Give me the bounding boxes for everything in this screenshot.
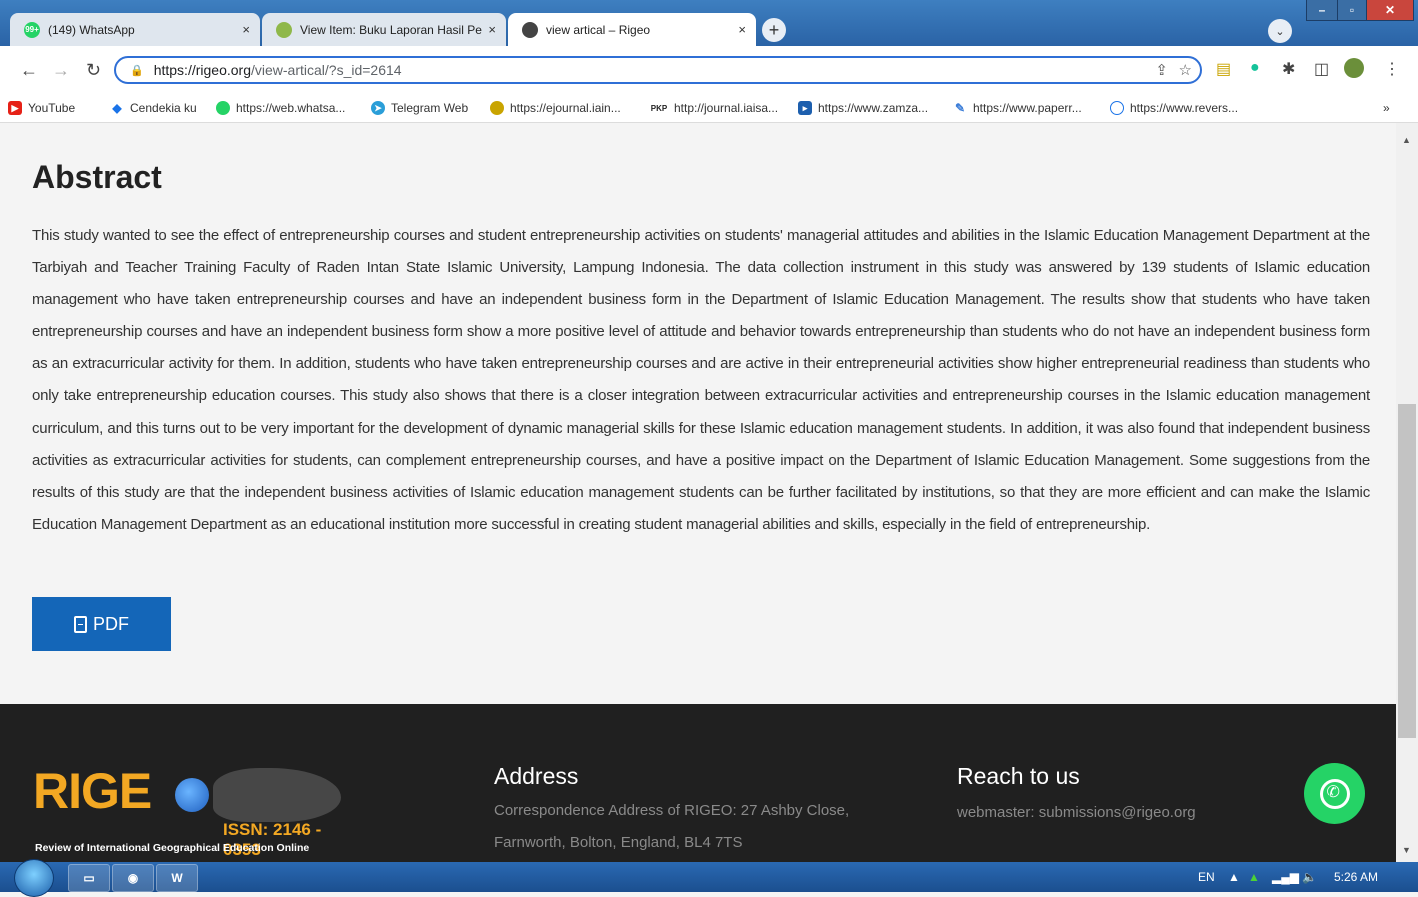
menu-icon[interactable]: ⋮ — [1384, 59, 1400, 79]
reach-email[interactable]: webmaster: submissions@rigeo.org — [957, 797, 1196, 829]
clock[interactable]: 5:26 AM — [1334, 870, 1378, 884]
tab-whatsapp[interactable]: 99+ (149) WhatsApp × — [10, 13, 260, 46]
pdf-download-button[interactable]: PDF — [32, 597, 171, 651]
close-window-button[interactable]: ✕ — [1366, 0, 1414, 21]
url-host: https://rigeo.org — [153, 62, 251, 78]
world-map-graphic — [213, 768, 341, 822]
bookmark-journal-iaisa[interactable]: PKP http://journal.iaisa... — [650, 101, 778, 115]
address-line-1: Correspondence Address of RIGEO: 27 Ashb… — [494, 802, 850, 819]
scrollbar-thumb[interactable] — [1398, 404, 1416, 738]
share-icon[interactable]: ⇪ — [1155, 61, 1168, 79]
bookmark-whatsapp-web[interactable]: https://web.whatsa... — [216, 101, 345, 115]
tray-expand-icon[interactable]: ▲ — [1228, 870, 1240, 884]
close-icon[interactable]: × — [738, 22, 746, 37]
bookmark-reverso[interactable]: https://www.revers... — [1110, 101, 1238, 115]
bookmark-label: http://journal.iaisa... — [674, 101, 779, 115]
bookmark-label: https://www.zamza... — [818, 101, 929, 115]
back-icon[interactable]: ← — [20, 60, 38, 81]
scroll-up-icon[interactable]: ▲ — [1402, 135, 1411, 145]
avatar[interactable] — [1344, 58, 1364, 78]
url-text[interactable]: https://rigeo.org/view-artical/?s_id=261… — [154, 62, 402, 78]
bookmarks-bar: ▶ YouTube ◆ Cendekia ku https://web.what… — [0, 96, 1418, 123]
close-icon[interactable]: × — [242, 22, 250, 37]
forward-icon[interactable]: → — [52, 60, 70, 81]
new-tab-button[interactable]: + — [762, 18, 786, 42]
bookmark-paperrater[interactable]: ✎ https://www.paperr... — [953, 101, 1082, 115]
tab-search-button[interactable]: ⌄ — [1268, 19, 1292, 43]
word-icon[interactable]: W — [156, 864, 198, 892]
telegram-icon: ➤ — [371, 101, 385, 115]
whatsapp-icon — [216, 101, 230, 115]
globe-icon — [522, 21, 538, 38]
sidepanel-icon[interactable]: ◫ — [1314, 59, 1329, 79]
explorer-icon[interactable]: ▭ — [68, 864, 110, 892]
signal-icon[interactable]: ▂▄▆ — [1272, 870, 1299, 884]
browser-toolbar: ← → ↻ 🔒 https://rigeo.org/view-artical/?… — [0, 46, 1418, 96]
bookmark-telegram[interactable]: ➤ Telegram Web — [371, 101, 468, 115]
youtube-icon: ▶ — [8, 101, 22, 115]
bookmark-label: Cendekia ku — [130, 101, 197, 115]
url-path: /view-artical/?s_id=2614 — [250, 62, 402, 78]
bookmark-youtube[interactable]: ▶ YouTube — [8, 101, 75, 115]
bookmark-label: Telegram Web — [391, 101, 469, 115]
abstract-text: This study wanted to see the effect of e… — [32, 227, 1370, 533]
volume-icon[interactable]: 🔈 — [1302, 870, 1317, 884]
logo-wordmark: RIGE — [33, 763, 152, 819]
puzzle-icon[interactable]: ✱ — [1282, 59, 1295, 79]
page-content: Abstract This study wanted to see the ef… — [0, 123, 1396, 862]
bookmark-ejournal[interactable]: https://ejournal.iain... — [490, 101, 621, 115]
bookmark-label: https://ejournal.iain... — [510, 101, 621, 115]
reach-heading: Reach to us — [957, 763, 1080, 789]
whatsapp-icon: 99+ — [24, 21, 40, 38]
pkp-icon: PKP — [650, 103, 668, 113]
language-indicator[interactable]: EN — [1198, 870, 1215, 884]
bookmark-label: YouTube — [28, 101, 76, 115]
bookmarks-overflow-button[interactable]: » — [1383, 101, 1390, 115]
abstract-heading: Abstract — [32, 159, 162, 195]
bookmark-cendekia[interactable]: ◆ Cendekia ku — [110, 101, 197, 115]
page-scrollbar[interactable]: ▲ ▼ — [1396, 123, 1418, 862]
globe-icon — [175, 778, 209, 812]
tab-label: View Item: Buku Laporan Hasil Pe — [300, 22, 482, 37]
tab-repository[interactable]: View Item: Buku Laporan Hasil Pe × — [262, 13, 506, 46]
rigeo-logo[interactable]: RIGE ISSN: 2146 - 0353 Review of Interna… — [33, 762, 353, 862]
address-line-2: Farnworth, Bolton, England, BL4 7TS — [494, 834, 743, 851]
pdf-icon — [74, 615, 87, 633]
chrome-icon[interactable]: ◉ — [112, 864, 154, 892]
start-button[interactable] — [14, 859, 54, 897]
pdf-label: PDF — [93, 613, 129, 634]
maximize-button[interactable]: ▫ — [1337, 0, 1367, 21]
zamzar-icon: ▸ — [798, 101, 812, 115]
journal-icon — [490, 101, 504, 115]
reverso-icon — [1110, 101, 1124, 115]
issn-label: ISSN: 2146 - 0353 — [223, 820, 322, 859]
address-heading: Address — [494, 763, 579, 789]
extension-icon[interactable]: ▤ — [1216, 59, 1231, 79]
tab-label: (149) WhatsApp — [48, 22, 135, 37]
windows-taskbar: ▭ ◉ W EN ▲ ▲ ▂▄▆ 🔈 5:26 AM — [0, 859, 1418, 897]
whatsapp-icon — [1319, 778, 1350, 809]
site-footer: RIGE ISSN: 2146 - 0353 Review of Interna… — [0, 704, 1396, 862]
bookmark-label: https://www.paperr... — [973, 101, 1082, 115]
tab-label: view artical – Rigeo — [546, 22, 651, 37]
whatsapp-chat-button[interactable] — [1304, 763, 1365, 824]
paperrater-icon: ✎ — [954, 101, 966, 115]
address-bar[interactable]: 🔒 https://rigeo.org/view-artical/?s_id=2… — [114, 56, 1202, 84]
tray-app-icon[interactable]: ▲ — [1248, 870, 1260, 884]
reload-icon[interactable]: ↻ — [86, 60, 101, 81]
diamond-icon: ◆ — [112, 101, 122, 115]
close-icon[interactable]: × — [488, 22, 496, 37]
logo-tagline: Review of International Geographical Edu… — [35, 842, 310, 854]
repository-icon — [276, 21, 292, 38]
star-icon[interactable]: ☆ — [1179, 61, 1192, 79]
bookmark-zamzar[interactable]: ▸ https://www.zamza... — [798, 101, 928, 115]
tab-rigeo[interactable]: view artical – Rigeo × — [508, 13, 756, 46]
browser-tab-strip: 99+ (149) WhatsApp × View Item: Buku Lap… — [0, 0, 1418, 46]
bookmark-label: https://web.whatsa... — [236, 101, 346, 115]
lock-icon: 🔒 — [130, 64, 144, 77]
minimize-button[interactable]: – — [1306, 0, 1338, 21]
bookmark-label: https://www.revers... — [1130, 101, 1239, 115]
grammarly-icon[interactable]: ● — [1250, 59, 1260, 77]
scroll-down-icon[interactable]: ▼ — [1402, 845, 1411, 855]
